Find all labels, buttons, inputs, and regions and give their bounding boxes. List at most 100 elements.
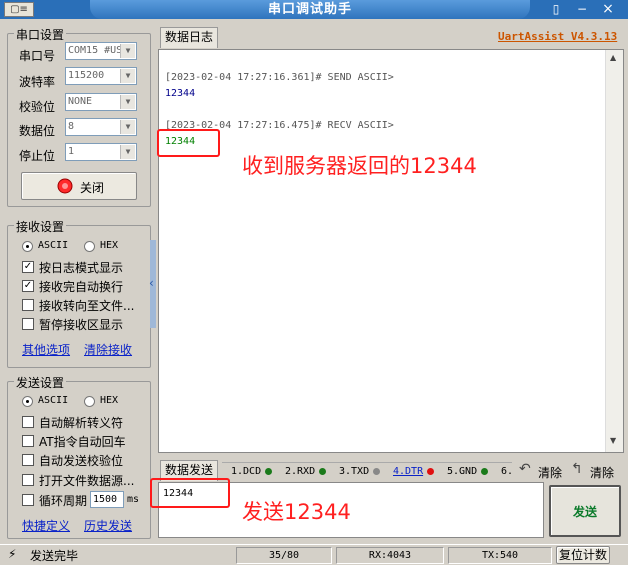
signal-dtr-label[interactable]: 4.DTR bbox=[393, 466, 423, 477]
stopbits-select[interactable]: 1 ▼ bbox=[65, 143, 137, 161]
receive-settings-title: 接收设置 bbox=[14, 218, 67, 235]
chevron-left-icon[interactable]: ‹ bbox=[149, 276, 154, 290]
stopbits-value: 1 bbox=[68, 146, 75, 157]
send-escape-checkbox[interactable] bbox=[22, 416, 34, 428]
send-hex-label: HEX bbox=[100, 395, 119, 406]
recv-option-label: 暂停接收区显示 bbox=[39, 318, 124, 332]
shortcut-define-link[interactable]: 快捷定义 bbox=[22, 517, 70, 534]
recv-annotation: 收到服务器返回的12344 bbox=[242, 154, 477, 178]
tab-data-log[interactable]: 数据日志 bbox=[160, 27, 218, 48]
clear-log-icon[interactable]: ↶ bbox=[519, 461, 531, 477]
cycle-period-input[interactable]: 1500 bbox=[90, 491, 124, 508]
port-select[interactable]: COM15 #US ▼ bbox=[65, 42, 137, 60]
signal-txd-label: 3.TXD bbox=[339, 466, 370, 477]
signal-gnd-label: 5.GND bbox=[447, 466, 478, 477]
parity-select[interactable]: NONE ▼ bbox=[65, 93, 137, 111]
recv-option-label: 接收转向至文件... bbox=[39, 299, 135, 313]
log-scrollbar[interactable]: ▲ ▼ bbox=[605, 50, 623, 452]
recv-hex-radio[interactable] bbox=[84, 241, 95, 252]
chevron-down-icon[interactable]: ▼ bbox=[120, 95, 135, 109]
parity-label: 校验位 bbox=[19, 100, 56, 114]
clear-log-button[interactable]: 清除 bbox=[538, 464, 562, 481]
serial-settings-title: 串口设置 bbox=[14, 26, 67, 43]
send-history-link[interactable]: 历史发送 bbox=[84, 517, 132, 534]
databits-label: 数据位 bbox=[19, 124, 56, 138]
signal-rxd-label: 2.RXD bbox=[285, 466, 316, 477]
baud-label: 波特率 bbox=[19, 75, 56, 89]
close-port-button[interactable]: 关闭 bbox=[21, 172, 137, 200]
send-settings-title: 发送设置 bbox=[14, 374, 67, 391]
recv-pause-checkbox[interactable] bbox=[22, 318, 34, 330]
send-option-label: 自动发送校验位 bbox=[39, 454, 124, 468]
title-bar: ▢≡ 串口调试助手 ▯ − × bbox=[0, 0, 628, 19]
port-label: 串口号 bbox=[19, 49, 56, 63]
send-ascii-radio[interactable] bbox=[22, 396, 33, 407]
dtr-led bbox=[427, 468, 434, 475]
send-highlight-box bbox=[150, 478, 230, 508]
recv-auto-newline-checkbox[interactable]: ✓ bbox=[22, 280, 34, 292]
send-option-label: AT指令自动回车 bbox=[39, 435, 126, 449]
send-button-label: 发送 bbox=[572, 505, 597, 519]
clear-receive-link[interactable]: 清除接收 bbox=[84, 341, 132, 358]
recv-ascii-label: ASCII bbox=[38, 240, 69, 251]
recv-to-file-checkbox[interactable] bbox=[22, 299, 34, 311]
send-option-label: 自动解析转义符 bbox=[39, 416, 124, 430]
restore-icon[interactable]: ▯ bbox=[548, 1, 564, 17]
baud-select[interactable]: 115200 ▼ bbox=[65, 67, 137, 85]
cycle-unit-label: ms bbox=[127, 494, 140, 505]
record-icon bbox=[57, 178, 73, 194]
send-checksum-checkbox[interactable] bbox=[22, 454, 34, 466]
clear-send-icon[interactable]: ↰ bbox=[571, 461, 583, 477]
send-hex-radio[interactable] bbox=[84, 396, 95, 407]
recv-option-label: 按日志模式显示 bbox=[39, 261, 124, 275]
recv-option-label: 接收完自动换行 bbox=[39, 280, 124, 294]
minimize-icon[interactable]: − bbox=[574, 1, 590, 17]
status-tx: TX:540 bbox=[448, 547, 552, 564]
signal-6-label: 6. bbox=[501, 466, 514, 477]
app-icon[interactable]: ▢≡ bbox=[4, 2, 34, 17]
recv-ascii-radio[interactable] bbox=[22, 241, 33, 252]
status-count: 35/80 bbox=[236, 547, 332, 564]
chevron-down-icon[interactable]: ▼ bbox=[120, 44, 135, 58]
window-title: 串口调试助手 bbox=[90, 0, 530, 19]
close-icon[interactable]: × bbox=[600, 1, 616, 17]
send-ascii-label: ASCII bbox=[38, 395, 69, 406]
recv-hex-label: HEX bbox=[100, 240, 119, 251]
send-cycle-label: 循环周期 bbox=[39, 494, 88, 508]
reset-count-button[interactable]: 复位计数 bbox=[556, 546, 610, 564]
baud-value: 115200 bbox=[68, 70, 105, 81]
chevron-down-icon[interactable]: ▼ bbox=[120, 145, 135, 159]
status-icon: ⚡ bbox=[8, 547, 17, 561]
status-message: 发送完毕 bbox=[30, 549, 79, 563]
chevron-down-icon[interactable]: ▼ bbox=[120, 69, 135, 83]
status-bar: ⚡ 发送完毕 35/80 RX:4043 TX:540 复位计数 bbox=[0, 544, 628, 565]
databits-value: 8 bbox=[68, 121, 75, 132]
status-rx: RX:4043 bbox=[336, 547, 444, 564]
chevron-down-icon[interactable]: ▼ bbox=[120, 120, 135, 134]
close-port-label: 关闭 bbox=[80, 181, 105, 195]
signal-dcd-label: 1.DCD bbox=[231, 466, 262, 477]
brand-link[interactable]: UartAssist V4.3.13 bbox=[498, 30, 617, 43]
dcd-led bbox=[265, 468, 272, 475]
scroll-down-icon[interactable]: ▼ bbox=[610, 436, 616, 445]
send-at-cr-checkbox[interactable] bbox=[22, 435, 34, 447]
txd-led bbox=[373, 468, 380, 475]
parity-value: NONE bbox=[68, 96, 93, 107]
stopbits-label: 停止位 bbox=[19, 149, 56, 163]
recv-log-mode-checkbox[interactable]: ✓ bbox=[22, 261, 34, 273]
send-file-source-checkbox[interactable] bbox=[22, 474, 34, 486]
scroll-up-icon[interactable]: ▲ bbox=[610, 53, 616, 62]
rxd-led bbox=[319, 468, 326, 475]
databits-select[interactable]: 8 ▼ bbox=[65, 118, 137, 136]
send-annotation: 发送12344 bbox=[242, 500, 351, 524]
recv-highlight-box bbox=[157, 129, 220, 157]
recv-more-options-link[interactable]: 其他选项 bbox=[22, 341, 70, 358]
receive-log-area[interactable]: [2023-02-04 17:27:16.361]# SEND ASCII> 1… bbox=[158, 49, 624, 453]
log-send-data: 12344 bbox=[165, 88, 196, 99]
gnd-led bbox=[481, 468, 488, 475]
send-cycle-checkbox[interactable] bbox=[22, 494, 34, 506]
log-send-header: [2023-02-04 17:27:16.361]# SEND ASCII> bbox=[165, 72, 394, 83]
send-button[interactable]: 发送 bbox=[549, 485, 621, 537]
clear-send-button[interactable]: 清除 bbox=[590, 464, 614, 481]
port-value: COM15 #US bbox=[68, 45, 123, 56]
